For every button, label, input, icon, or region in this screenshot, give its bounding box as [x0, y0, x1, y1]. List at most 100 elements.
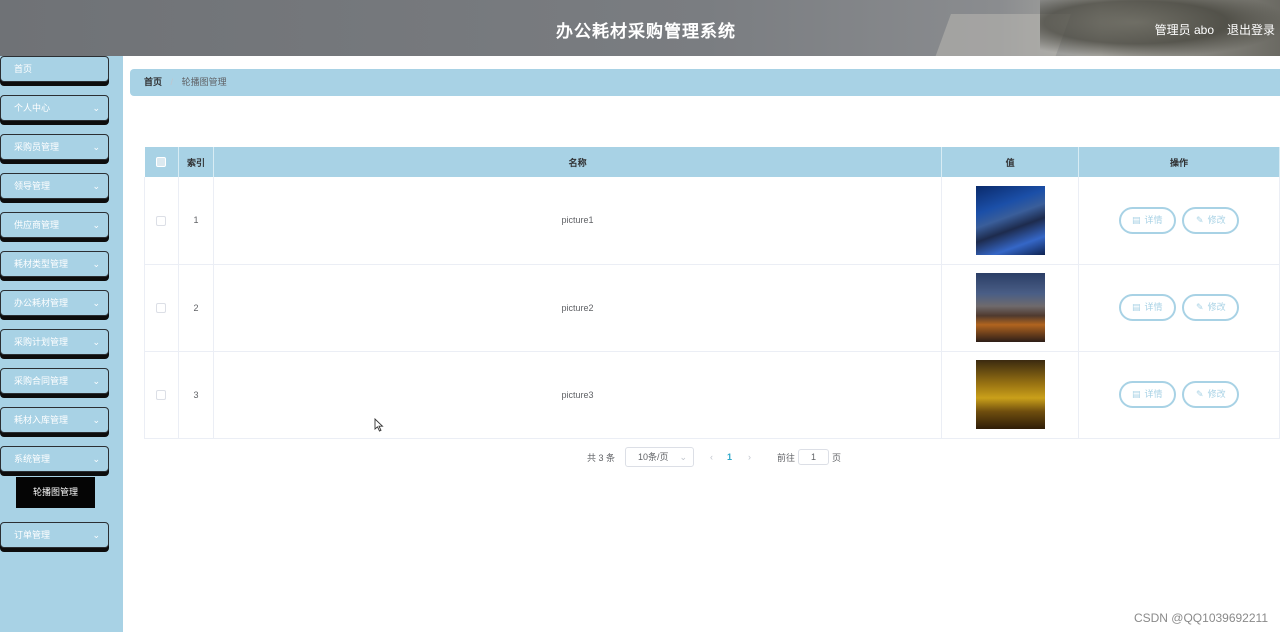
total-count: 共 3 条 — [587, 452, 616, 463]
row-actions: ▤ 详情 ✎ 修改 — [1078, 264, 1280, 352]
logout-link[interactable]: 退出登录 — [1227, 21, 1275, 38]
header-name: 名称 — [213, 147, 943, 177]
breadcrumb: 首页 / 轮播图管理 — [130, 69, 1280, 96]
row-name: picture2 — [213, 264, 943, 352]
sidebar-item-purchase-contract-management[interactable]: 采购合同管理 ⌄ — [0, 368, 109, 394]
edit-button[interactable]: ✎ 修改 — [1182, 206, 1240, 234]
carousel-image-thumbnail[interactable] — [975, 360, 1045, 429]
page-size-value: 10条/页 — [638, 452, 669, 462]
pencil-icon: ✎ — [1196, 302, 1204, 312]
sidebar-item-purchase-plan-management[interactable]: 采购计划管理 ⌄ — [0, 329, 109, 355]
row-select-cell — [144, 351, 179, 439]
sidebar-item-label: 订单管理 — [14, 530, 51, 540]
goto-label: 前往 — [777, 452, 796, 463]
sidebar-item-label: 耗材类型管理 — [14, 259, 69, 269]
detail-button-label: 详情 — [1144, 214, 1163, 225]
document-icon: ▤ — [1132, 302, 1141, 312]
table-row: 1 picture1 ▤ 详情 ✎ 修改 — [144, 177, 1280, 265]
pencil-icon: ✎ — [1196, 389, 1204, 399]
sidebar-item-supply-type-management[interactable]: 耗材类型管理 ⌄ — [0, 251, 109, 277]
sidebar-item-supplier-management[interactable]: 供应商管理 ⌄ — [0, 212, 109, 238]
table-header-row: 索引 名称 值 操作 — [144, 147, 1280, 177]
edit-button[interactable]: ✎ 修改 — [1182, 294, 1240, 321]
carousel-image-thumbnail[interactable] — [975, 273, 1045, 342]
row-checkbox[interactable] — [156, 302, 167, 313]
document-icon: ▤ — [1132, 214, 1141, 225]
pencil-icon: ✎ — [1196, 214, 1204, 225]
chevron-down-icon: ⌄ — [92, 259, 100, 269]
table-row: 3 picture3 ▤ 详情 ✎ 修改 — [144, 351, 1280, 439]
table-row: 2 picture2 ▤ 详情 ✎ 修改 — [144, 264, 1280, 352]
carousel-image-thumbnail[interactable] — [975, 185, 1045, 255]
page-unit-label: 页 — [832, 452, 842, 463]
sidebar-item-label: 个人中心 — [14, 103, 51, 113]
edit-button-label: 修改 — [1207, 214, 1226, 225]
row-actions: ▤ 详情 ✎ 修改 — [1078, 351, 1280, 439]
row-select-cell — [144, 264, 179, 352]
sidebar-item-stock-in-management[interactable]: 耗材入库管理 ⌄ — [0, 407, 109, 433]
detail-button[interactable]: ▤ 详情 — [1118, 381, 1176, 408]
sidebar-item-label: 领导管理 — [14, 181, 51, 191]
sidebar-item-office-supplies-management[interactable]: 办公耗材管理 ⌄ — [0, 290, 109, 316]
row-checkbox[interactable] — [156, 389, 167, 400]
sidebar-item-label: 办公耗材管理 — [14, 298, 69, 308]
sidebar-item-leader-management[interactable]: 领导管理 ⌄ — [0, 173, 109, 199]
chevron-down-icon: ⌄ — [92, 103, 100, 113]
detail-button-label: 详情 — [1144, 389, 1163, 399]
edit-button-label: 修改 — [1207, 302, 1226, 312]
sidebar-subitem-carousel-management[interactable]: 轮播图管理 — [16, 477, 95, 508]
chevron-down-icon: ⌄ — [92, 142, 100, 152]
row-value-cell — [941, 177, 1080, 265]
carousel-table: 索引 名称 值 操作 1 picture1 ▤ 详情 ✎ 修改 2 picture2… — [144, 147, 1280, 439]
detail-button[interactable]: ▤ 详情 — [1118, 206, 1176, 234]
sidebar-item-buyer-management[interactable]: 采购员管理 ⌄ — [0, 134, 109, 160]
breadcrumb-separator: / — [170, 77, 174, 87]
row-value-cell — [941, 351, 1080, 439]
chevron-down-icon: ⌄ — [92, 220, 100, 230]
chevron-down-icon: ⌄ — [92, 337, 100, 347]
pagination: 共 3 条 10条/页 ⌄ ‹ 1 › 前往 页 — [587, 447, 841, 467]
chevron-down-icon: ⌄ — [92, 415, 100, 425]
breadcrumb-current: 轮播图管理 — [181, 77, 227, 87]
row-select-cell — [144, 177, 179, 265]
row-value-cell — [941, 264, 1080, 352]
goto-page-input[interactable] — [798, 449, 830, 465]
row-actions: ▤ 详情 ✎ 修改 — [1078, 177, 1280, 265]
sidebar-item-label: 耗材入库管理 — [14, 415, 69, 425]
header-select-all[interactable] — [144, 147, 179, 177]
chevron-down-icon: ⌄ — [92, 530, 100, 540]
mouse-cursor-icon — [374, 418, 384, 432]
sidebar-item-personal-center[interactable]: 个人中心 ⌄ — [0, 95, 109, 121]
prev-page-button[interactable]: ‹ — [710, 452, 713, 462]
header-actions: 操作 — [1078, 147, 1280, 177]
sidebar-item-order-management[interactable]: 订单管理 ⌄ — [0, 522, 109, 548]
select-all-checkbox[interactable] — [156, 157, 167, 168]
sidebar: 首页 个人中心 ⌄ 采购员管理 ⌄ 领导管理 ⌄ 供应商管理 ⌄ 耗材类型管理 … — [0, 56, 123, 632]
row-name: picture3 — [213, 351, 943, 439]
row-name: picture1 — [213, 177, 943, 265]
page-size-select[interactable]: 10条/页 ⌄ — [625, 447, 695, 467]
chevron-down-icon: ⌄ — [679, 452, 688, 462]
row-checkbox[interactable] — [156, 215, 167, 226]
sidebar-item-system-management[interactable]: 系统管理 ⌄ — [0, 446, 109, 472]
chevron-down-icon: ⌄ — [92, 181, 100, 191]
chevron-down-icon: ⌄ — [92, 376, 100, 386]
watermark: CSDN @QQ1039692211 — [1133, 611, 1268, 625]
sidebar-item-label: 采购合同管理 — [14, 376, 69, 386]
sidebar-item-label: 系统管理 — [14, 454, 51, 464]
breadcrumb-home[interactable]: 首页 — [144, 77, 162, 87]
detail-button-label: 详情 — [1144, 302, 1163, 312]
edit-button[interactable]: ✎ 修改 — [1182, 381, 1240, 408]
detail-button[interactable]: ▤ 详情 — [1118, 294, 1176, 321]
edit-button-label: 修改 — [1207, 389, 1226, 399]
sidebar-item-label: 供应商管理 — [14, 220, 60, 230]
chevron-down-icon: ⌄ — [92, 454, 100, 464]
current-user-label: 管理员 abo — [1154, 23, 1214, 37]
top-header: 办公耗材采购管理系统 管理员 abo 退出登录 — [0, 0, 1280, 56]
page-number-current[interactable]: 1 — [727, 452, 732, 462]
next-page-button[interactable]: › — [748, 452, 751, 462]
row-index: 1 — [178, 177, 214, 265]
header-value: 值 — [941, 147, 1080, 177]
sidebar-item-home[interactable]: 首页 — [0, 56, 109, 82]
sidebar-item-label: 采购员管理 — [14, 142, 60, 152]
